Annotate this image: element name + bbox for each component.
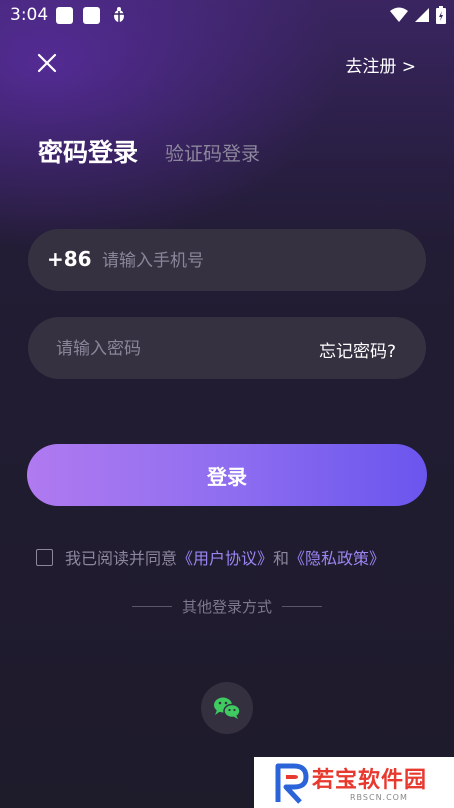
agreement-prefix: 我已阅读并同意 xyxy=(65,549,178,568)
close-button[interactable] xyxy=(34,50,60,76)
status-right-icons xyxy=(390,6,446,24)
other-login-divider: 其他登录方式 xyxy=(0,596,454,617)
country-code[interactable]: +86 xyxy=(47,247,92,271)
user-agreement-link[interactable]: 《用户协议》 xyxy=(177,545,273,569)
close-icon xyxy=(37,53,57,73)
wechat-icon xyxy=(214,697,241,719)
agreement-checkbox[interactable] xyxy=(36,548,53,566)
login-button[interactable]: 登录 xyxy=(27,444,427,506)
watermark-brand: 若宝软件园 xyxy=(312,768,428,793)
password-field: 忘记密码? xyxy=(28,317,426,381)
battery-icon xyxy=(436,6,446,24)
register-link[interactable]: 去注册 > xyxy=(345,52,416,77)
notification-square-icon xyxy=(83,7,100,24)
agreement-conjunction: 和 xyxy=(273,549,290,568)
watermark-r-icon xyxy=(275,763,309,804)
other-login-label: 其他登录方式 xyxy=(181,598,272,616)
divider-line xyxy=(131,606,172,607)
password-input[interactable] xyxy=(54,317,308,381)
watermark-logo: 若宝软件园 RBSCN.COM xyxy=(254,757,454,808)
forgot-password-link[interactable]: 忘记密码? xyxy=(319,337,396,362)
tab-code-login[interactable]: 验证码登录 xyxy=(165,139,260,166)
divider-line xyxy=(282,606,322,607)
privacy-policy-link[interactable]: 《隐私政策》 xyxy=(289,545,385,569)
tab-password-login[interactable]: 密码登录 xyxy=(38,133,138,169)
watermark-sub: RBSCN.COM xyxy=(350,793,408,802)
notification-square-icon xyxy=(56,7,73,24)
status-time: 3:04 xyxy=(10,5,49,25)
status-bar: 3:04 xyxy=(0,0,454,32)
agreement-row: 我已阅读并同意 《用户协议》 和 《隐私政策》 xyxy=(36,545,385,569)
signal-icon xyxy=(415,8,429,22)
phone-input[interactable] xyxy=(100,229,404,293)
wifi-icon xyxy=(390,7,408,22)
bug-icon xyxy=(110,4,128,29)
wechat-login-button[interactable] xyxy=(201,682,253,734)
phone-field: +86 xyxy=(28,229,426,293)
